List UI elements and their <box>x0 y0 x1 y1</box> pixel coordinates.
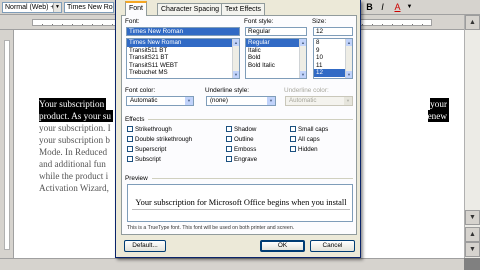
style-combo[interactable]: Normal (Web) + ▼ <box>2 2 62 13</box>
underline-style-value: (none) <box>210 97 228 104</box>
outline-checkbox[interactable]: Outline <box>226 136 254 143</box>
font-style-list-item[interactable]: Bold <box>246 54 306 62</box>
previous-page-icon[interactable]: ▲ <box>465 227 480 242</box>
scroll-down-icon[interactable]: ▼ <box>233 71 239 78</box>
font-label: Font: <box>125 18 140 25</box>
list-scrollbar[interactable]: ▲ ▼ <box>299 39 306 78</box>
shadow-label: Shadow <box>234 126 257 133</box>
scroll-down-icon[interactable]: ▼ <box>300 71 306 78</box>
shadow-checkbox[interactable]: Shadow <box>226 126 256 133</box>
small-caps-label: Small caps <box>298 126 329 133</box>
engrave-label: Engrave <box>234 156 258 163</box>
font-list-item[interactable]: Trebuchet MS <box>127 69 239 77</box>
preview-label: Preview <box>125 175 148 182</box>
selected-text[interactable]: Your subscription <box>39 98 107 110</box>
ok-button[interactable]: OK <box>260 240 305 252</box>
font-color-button[interactable]: A <box>392 2 403 13</box>
font-color-value: Automatic <box>130 97 158 104</box>
hidden-label: Hidden <box>298 146 318 153</box>
selected-text[interactable]: enew <box>427 110 449 122</box>
selected-text[interactable]: product. As your su <box>39 110 113 122</box>
chevron-down-icon[interactable]: ▼ <box>53 3 61 12</box>
size-label: Size: <box>312 18 327 25</box>
font-style-list-item[interactable]: Bold Italic <box>246 62 306 70</box>
underline-style-label: Underline style: <box>205 87 250 94</box>
hidden-checkbox[interactable]: Hidden <box>290 146 318 153</box>
ruler-scale <box>4 40 10 250</box>
bold-button[interactable]: B <box>364 2 375 13</box>
preview-box: Your subscription for Microsoft Office b… <box>127 184 353 222</box>
list-scrollbar[interactable]: ▲ ▼ <box>345 39 352 78</box>
chevron-down-icon[interactable]: ▼ <box>267 97 275 105</box>
font-color-combo[interactable]: Automatic ▼ <box>126 96 194 106</box>
font-style-list-item[interactable]: Italic <box>246 47 306 55</box>
font-tab-panel: Font: Times New Roman Times New Roman Tra… <box>121 15 357 235</box>
strikethrough-label: Strikethrough <box>135 126 172 133</box>
preview-baseline <box>132 209 350 210</box>
font-combo-value: Times New Ro <box>67 4 113 11</box>
scroll-up-icon[interactable]: ▲ <box>346 39 352 46</box>
selected-text[interactable]: your <box>430 98 449 110</box>
all-caps-checkbox[interactable]: All caps <box>290 136 320 143</box>
scroll-down-icon[interactable]: ▼ <box>465 210 480 225</box>
engrave-checkbox[interactable]: Engrave <box>226 156 257 163</box>
subscript-label: Subscript <box>135 156 161 163</box>
list-scrollbar[interactable]: ▲ ▼ <box>232 39 239 78</box>
scroll-up-icon[interactable]: ▲ <box>465 15 480 30</box>
double-strikethrough-label: Double strikethrough <box>135 136 193 143</box>
italic-button[interactable]: I <box>377 2 388 13</box>
font-list-item[interactable]: Transit511 BT <box>127 47 239 55</box>
vertical-scrollbar[interactable]: ▲ ▼ ▲ ▼ <box>464 15 480 258</box>
all-caps-label: All caps <box>298 136 320 143</box>
scroll-down-icon[interactable]: ▼ <box>346 71 352 78</box>
scroll-up-icon[interactable]: ▲ <box>233 39 239 46</box>
group-divider <box>152 178 353 179</box>
font-list-item[interactable]: Times New Roman <box>127 39 239 47</box>
group-divider <box>148 119 353 120</box>
underline-color-value: Automatic <box>289 97 317 104</box>
font-style-list-item[interactable]: Regular <box>246 39 306 47</box>
font-style-label: Font style: <box>244 18 274 25</box>
underline-color-combo: Automatic ▼ <box>285 96 353 106</box>
font-style-list[interactable]: Regular Italic Bold Bold Italic ▲ ▼ <box>245 38 307 79</box>
font-name-field[interactable]: Times New Roman <box>126 27 240 36</box>
small-caps-checkbox[interactable]: Small caps <box>290 126 328 133</box>
preview-text: Your subscription for Microsoft Office b… <box>135 198 347 207</box>
font-style-field[interactable]: Regular <box>245 27 307 36</box>
effects-label: Effects <box>125 116 145 123</box>
emboss-label: Emboss <box>234 146 257 153</box>
vertical-ruler[interactable] <box>0 30 14 258</box>
underline-style-combo[interactable]: (none) ▼ <box>206 96 276 106</box>
superscript-label: Superscript <box>135 146 167 153</box>
size-field[interactable]: 12 <box>313 27 353 36</box>
horizontal-scrollbar[interactable] <box>0 258 464 270</box>
chevron-down-icon[interactable]: ▼ <box>185 97 193 105</box>
style-combo-value: Normal (Web) + <box>5 4 55 11</box>
font-combo[interactable]: Times New Ro <box>64 2 114 13</box>
superscript-checkbox[interactable]: Superscript <box>127 146 166 153</box>
cancel-button[interactable]: Cancel <box>310 240 355 252</box>
font-dialog: Font Character Spacing Text Effects Font… <box>115 0 361 258</box>
emboss-checkbox[interactable]: Emboss <box>226 146 256 153</box>
chevron-down-icon[interactable]: ▼ <box>404 2 415 13</box>
size-list[interactable]: 8 9 10 11 12 ▲ ▼ <box>313 38 353 79</box>
chevron-down-icon: ▼ <box>344 97 352 105</box>
outline-label: Outline <box>234 136 254 143</box>
font-list-item[interactable]: TransitS21 BT <box>127 54 239 62</box>
font-list[interactable]: Times New Roman Transit511 BT TransitS21 B… <box>126 38 240 79</box>
strikethrough-checkbox[interactable]: Strikethrough <box>127 126 172 133</box>
tab-text-effects[interactable]: Text Effects <box>221 3 266 15</box>
tab-font[interactable]: Font <box>125 1 148 16</box>
font-color-label: Font color: <box>125 87 156 94</box>
document-text[interactable]: Activation Wizard, <box>39 183 109 193</box>
scroll-up-icon[interactable]: ▲ <box>300 39 306 46</box>
double-strikethrough-checkbox[interactable]: Double strikethrough <box>127 136 192 143</box>
next-page-icon[interactable]: ▼ <box>465 242 480 257</box>
underline-color-label: Underline color: <box>284 87 329 94</box>
tab-character-spacing[interactable]: Character Spacing <box>157 3 223 15</box>
default-button[interactable]: Default... <box>124 240 166 252</box>
subscript-checkbox[interactable]: Subscript <box>127 156 161 163</box>
font-list-item[interactable]: TransitS11 WEBT <box>127 62 239 70</box>
truetype-note: This is a TrueType font. This font will … <box>127 225 295 231</box>
